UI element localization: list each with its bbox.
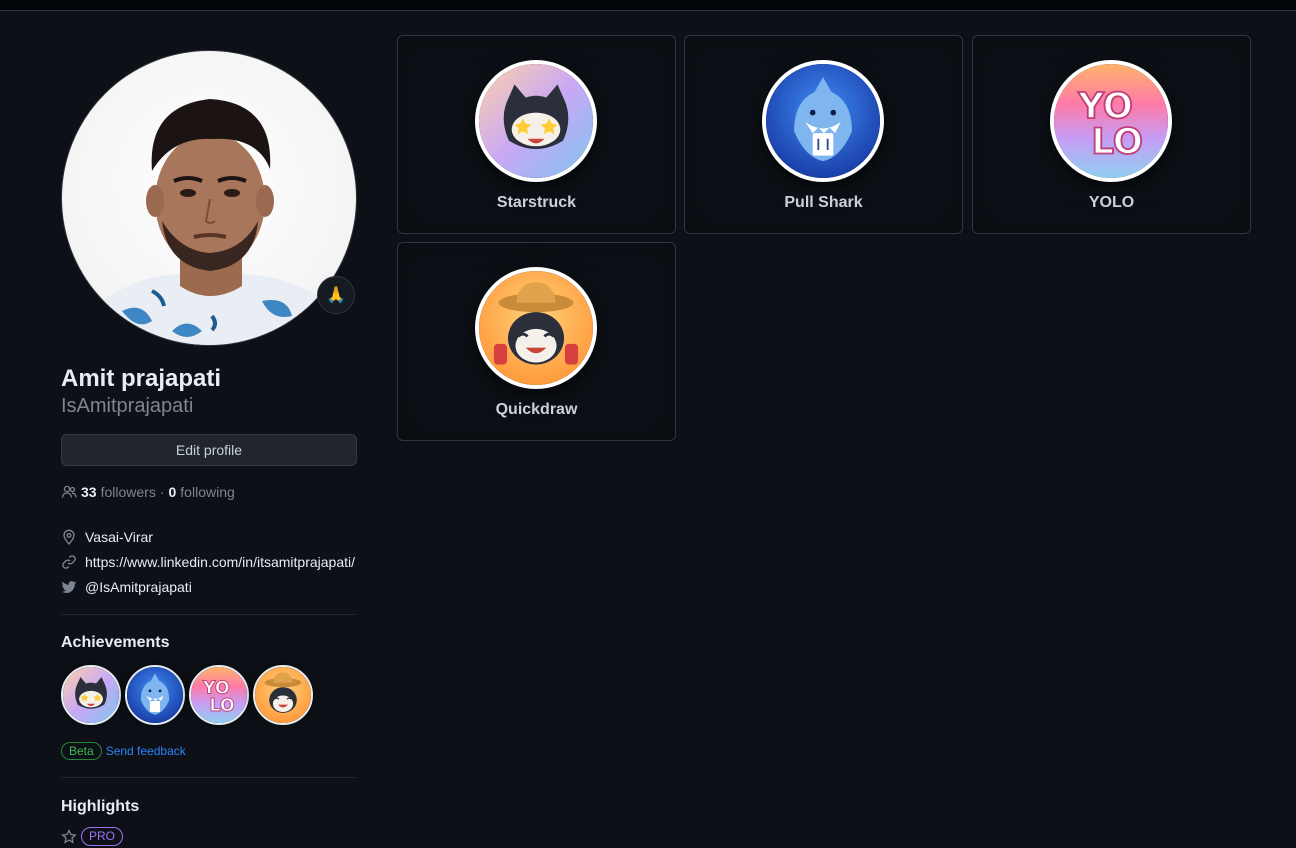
praying-hands-icon: 🙏 [326, 287, 346, 304]
location-pin-icon [61, 529, 77, 545]
pull-shark-badge-icon [127, 667, 183, 723]
yolo-badge-icon: YO LO [1054, 64, 1168, 178]
following-label: following [180, 484, 235, 500]
profile-details: Vasai-Virar https://www.linkedin.com/in/… [61, 524, 357, 599]
starstruck-badge-icon [63, 667, 119, 723]
yolo-mini-badge[interactable]: YO LO [189, 665, 249, 725]
yolo-badge-icon: YO LO [191, 667, 247, 723]
location-item: Vasai-Virar [61, 524, 357, 549]
quickdraw-badge-icon [255, 667, 311, 723]
highlights-heading: Highlights [61, 798, 140, 815]
link-icon [61, 554, 77, 570]
section-divider [61, 777, 357, 778]
website-link[interactable]: https://www.linkedin.com/in/itsamitpraja… [85, 554, 355, 570]
pull-shark-medal [762, 60, 884, 182]
profile-name: Amit prajapati [61, 365, 222, 392]
followers-count: 33 [81, 484, 97, 500]
following-link[interactable]: 0 following [169, 484, 235, 500]
starstruck-mini-badge[interactable] [61, 665, 121, 725]
twitter-item: @IsAmitprajapati [61, 574, 357, 599]
website-item: https://www.linkedin.com/in/itsamitpraja… [61, 549, 357, 574]
avatar[interactable] [61, 50, 357, 346]
achievement-card-quickdraw[interactable]: Quickdraw [397, 242, 676, 441]
achievements-heading[interactable]: Achievements [61, 633, 357, 653]
following-count: 0 [168, 484, 177, 500]
section-divider [61, 614, 357, 615]
achievement-mini-badges: YO LO [61, 665, 357, 725]
follow-stats: 33 followers · 0 following [61, 484, 357, 500]
quickdraw-medal [475, 267, 597, 389]
pro-badge: PRO [81, 827, 124, 846]
edit-profile-button[interactable]: Edit profile [61, 434, 357, 466]
quickdraw-mini-badge[interactable] [253, 665, 313, 725]
avatar-portrait [82, 99, 347, 345]
svg-text:LO: LO [209, 696, 234, 716]
yolo-medal: YO LO [1050, 60, 1172, 182]
pull-shark-mini-badge[interactable] [125, 665, 185, 725]
achievement-label: Starstruck [496, 194, 577, 211]
top-header-bar [0, 0, 1296, 11]
status-emoji-button[interactable]: 🙏 [317, 276, 355, 314]
starstruck-badge-icon [479, 64, 593, 178]
avatar-container: 🙏 [61, 50, 357, 346]
achievement-label: Pull Shark [784, 194, 863, 211]
achievement-card-starstruck[interactable]: Starstruck [397, 35, 676, 234]
twitter-link[interactable]: @IsAmitprajapati [85, 579, 192, 595]
feedback-row: Beta Send feedback [61, 742, 357, 760]
followers-link[interactable]: 33 followers [81, 484, 156, 500]
beta-badge: Beta [61, 742, 102, 760]
send-feedback-link[interactable]: Send feedback [106, 744, 186, 758]
profile-sidebar: 🙏 Amit prajapati IsAmitprajapati Edit pr… [61, 50, 357, 846]
location-text: Vasai-Virar [85, 528, 153, 545]
profile-login: IsAmitprajapati [61, 395, 194, 417]
star-icon [61, 828, 77, 845]
quickdraw-badge-icon [479, 271, 593, 385]
follow-separator: · [159, 484, 165, 500]
achievement-card-yolo[interactable]: YO LO YOLO [972, 35, 1251, 234]
pull-shark-badge-icon [766, 64, 880, 178]
twitter-bird-icon [61, 579, 77, 595]
svg-text:LO: LO [1091, 122, 1143, 163]
people-icon [61, 484, 77, 500]
starstruck-medal [475, 60, 597, 182]
achievement-card-pull-shark[interactable]: Pull Shark [684, 35, 963, 234]
achievement-label: Quickdraw [495, 401, 578, 418]
achievement-label: YOLO [1088, 194, 1135, 211]
followers-label: followers [100, 484, 156, 500]
pro-highlight: PRO [61, 827, 357, 846]
